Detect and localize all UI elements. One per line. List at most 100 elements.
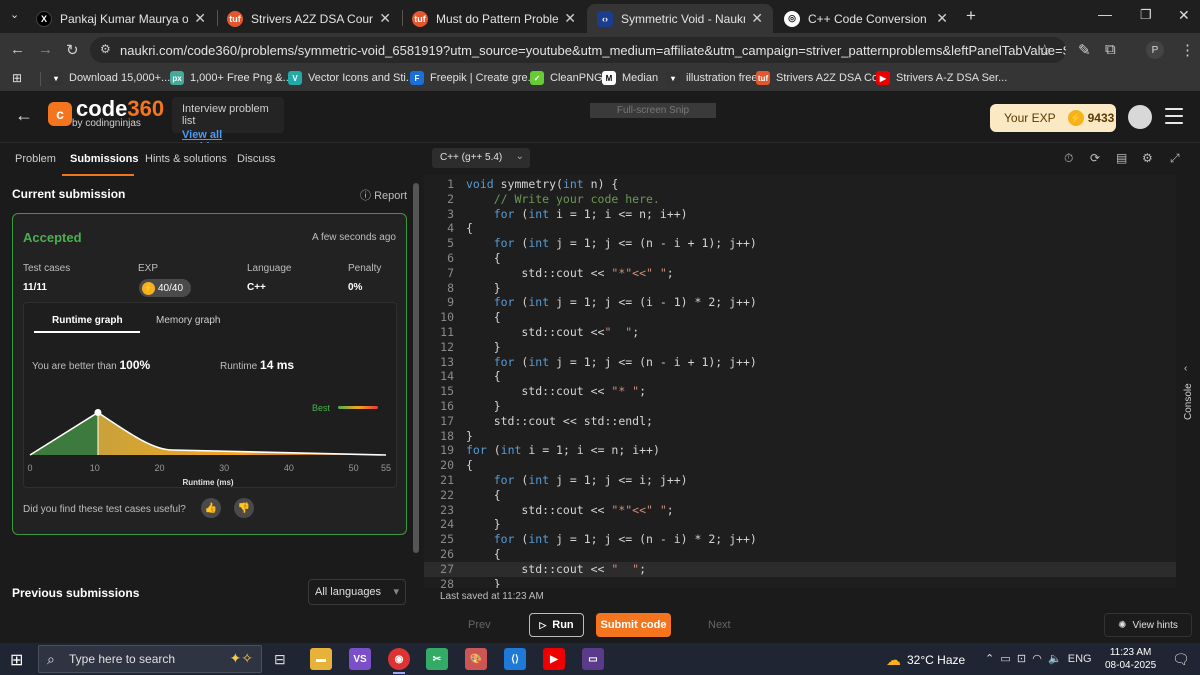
prev-button[interactable]: Prev: [468, 619, 491, 631]
code-line[interactable]: 11 std::cout <<" ";: [424, 325, 1176, 340]
thumbs-down-icon[interactable]: 👎: [234, 498, 254, 518]
close-tab-icon[interactable]: ✕: [564, 10, 576, 27]
view-hints-button[interactable]: ✺ View hints: [1104, 613, 1192, 637]
youtube-icon[interactable]: ▶: [543, 648, 565, 670]
language-indicator[interactable]: ENG: [1068, 653, 1092, 665]
code-line[interactable]: 22 {: [424, 488, 1176, 503]
file-explorer-icon[interactable]: ▬: [310, 648, 332, 670]
tab-search-icon[interactable]: ⌄: [10, 8, 19, 21]
windows-start-icon[interactable]: ⊞: [10, 650, 23, 670]
tab-hints-solutions[interactable]: Hints & solutions: [145, 153, 227, 165]
close-window-icon[interactable]: ✕: [1178, 7, 1190, 24]
visual-studio-icon[interactable]: VS: [349, 648, 371, 670]
weather-widget[interactable]: ☁ 32°C Haze: [886, 651, 965, 669]
maximize-icon[interactable]: ❐: [1140, 7, 1152, 23]
notifications-icon[interactable]: 🗨: [1172, 651, 1190, 668]
code-line[interactable]: 1 void symmetry(int n) {: [424, 177, 1176, 192]
new-tab-icon[interactable]: +: [966, 6, 976, 26]
code-line[interactable]: 25 for (int j = 1; j <= (n - i) * 2; j++…: [424, 532, 1176, 547]
tab-discuss[interactable]: Discuss: [237, 153, 276, 165]
timer-icon[interactable]: ⏱: [1064, 151, 1073, 166]
left-panel-scrollbar[interactable]: [413, 183, 419, 553]
back-arrow-icon[interactable]: ←: [15, 105, 33, 126]
paint-icon[interactable]: 🎨: [465, 648, 487, 670]
bookmark-star-icon[interactable]: ☆: [1038, 41, 1051, 59]
wifi-icon[interactable]: ◠: [1032, 653, 1042, 665]
hamburger-menu-icon[interactable]: [1165, 108, 1183, 129]
bookmark-item[interactable]: ▶ Strivers A-Z DSA Ser...: [876, 71, 1007, 85]
code-line[interactable]: 3 for (int i = 1; i <= n; i++): [424, 207, 1176, 222]
close-tab-icon[interactable]: ✕: [936, 10, 948, 27]
snipping-tool-icon[interactable]: ✂: [426, 648, 448, 670]
tab-submissions[interactable]: Submissions: [70, 153, 138, 165]
browser-tab-1[interactable]: X Pankaj Kumar Maurya on X: "Da ✕: [26, 4, 216, 33]
user-avatar[interactable]: [1128, 105, 1152, 129]
language-select[interactable]: C++ (g++ 5.4) ⌄: [432, 148, 530, 168]
code-line[interactable]: 23 std::cout << "*"<<" ";: [424, 503, 1176, 518]
code-line[interactable]: 20 {: [424, 458, 1176, 473]
browser-tab-3[interactable]: tuf Must do Pattern Problems befo ✕: [402, 4, 586, 33]
apps-icon[interactable]: ⊞: [12, 71, 22, 85]
run-button[interactable]: ▷ Run: [529, 613, 584, 637]
back-icon[interactable]: ←: [10, 41, 25, 58]
layout-icon[interactable]: ▤: [1116, 151, 1127, 165]
reload-icon[interactable]: ↻: [66, 41, 79, 59]
code-line[interactable]: 9 for (int j = 1; j <= (i - 1) * 2; j++): [424, 295, 1176, 310]
code-line[interactable]: 17 std::cout << std::endl;: [424, 414, 1176, 429]
task-view-icon[interactable]: ⊟: [274, 651, 286, 668]
chevron-up-icon[interactable]: ⌃: [985, 653, 994, 665]
monitor-icon[interactable]: ⊡: [1017, 653, 1026, 665]
close-tab-icon[interactable]: ✕: [194, 10, 206, 27]
code-line[interactable]: 2 // Write your code here.: [424, 192, 1176, 207]
browser-tab-5[interactable]: ◎ C++ Code Conversion ✕: [774, 4, 958, 33]
language-filter-select[interactable]: All languages ▾: [308, 579, 406, 605]
code-line[interactable]: 18}: [424, 429, 1176, 444]
next-button[interactable]: Next: [708, 619, 731, 631]
code-line[interactable]: 5 for (int j = 1; j <= (n - i + 1); j++): [424, 236, 1176, 251]
code-line[interactable]: 6 {: [424, 251, 1176, 266]
speaker-icon[interactable]: 🔈: [1048, 653, 1062, 665]
console-label[interactable]: Console: [1183, 383, 1194, 420]
code-line[interactable]: 28 }: [424, 577, 1176, 588]
chevron-left-icon[interactable]: ‹: [1184, 363, 1187, 374]
code-line[interactable]: 12 }: [424, 340, 1176, 355]
bookmark-item[interactable]: ▾ Download 15,000+...: [49, 71, 170, 85]
code-line[interactable]: 14 {: [424, 369, 1176, 384]
tab-problem[interactable]: Problem: [15, 153, 56, 165]
reset-code-icon[interactable]: ⟳: [1090, 151, 1100, 165]
code-line[interactable]: 7 std::cout << "*"<<" ";: [424, 266, 1176, 281]
tab-runtime-graph[interactable]: Runtime graph: [52, 315, 123, 326]
code-line[interactable]: 19 for (int i = 1; i <= n; i++): [424, 443, 1176, 458]
chrome-icon[interactable]: ◉: [388, 648, 410, 670]
taskbar-search-input[interactable]: ⌕ Type here to search ✦✧: [38, 645, 262, 673]
bookmark-item[interactable]: tuf Strivers A2Z DSA Co...: [756, 71, 887, 85]
fullscreen-icon[interactable]: ⤢: [1170, 151, 1180, 166]
bookmark-item[interactable]: F Freepik | Create gre...: [410, 71, 537, 85]
profile-avatar[interactable]: P: [1146, 41, 1164, 59]
address-bar[interactable]: ⚙ naukri.com/code360/problems/symmetric-…: [90, 37, 1066, 63]
terminal-icon[interactable]: ▭: [582, 648, 604, 670]
eyedropper-icon[interactable]: ✎: [1078, 41, 1091, 59]
code-line[interactable]: 21 for (int j = 1; j <= i; j++): [424, 473, 1176, 488]
forward-icon[interactable]: →: [38, 41, 53, 58]
report-button[interactable]: ⓘ Report: [360, 187, 407, 203]
code-line[interactable]: 26 {: [424, 547, 1176, 562]
bookmark-item[interactable]: ✓ CleanPNG: [530, 71, 603, 85]
submit-code-button[interactable]: Submit code: [596, 613, 671, 637]
vscode-icon[interactable]: ⟨⟩: [504, 648, 526, 670]
settings-gear-icon[interactable]: ⚙: [1142, 151, 1153, 165]
bookmark-item[interactable]: px 1,000+ Free Png &...: [170, 71, 292, 85]
battery-icon[interactable]: ▭: [1000, 653, 1010, 665]
code-line[interactable]: 10 {: [424, 310, 1176, 325]
code-editor[interactable]: 1 void symmetry(int n) {2 // Write your c…: [424, 175, 1176, 588]
code-line[interactable]: 24 }: [424, 517, 1176, 532]
code-line[interactable]: 13 for (int j = 1; j <= (n - i + 1); j++…: [424, 355, 1176, 370]
browser-tab-4[interactable]: ‹› Symmetric Void - Naukri Code ✕: [587, 4, 773, 33]
code-line[interactable]: 27 std::cout << " ";: [424, 561, 1176, 577]
close-tab-icon[interactable]: ✕: [751, 10, 763, 27]
code-line[interactable]: 15 std::cout << "* ";: [424, 384, 1176, 399]
fullscreen-snip-label[interactable]: Full-screen Snip: [590, 103, 716, 118]
browser-tab-2[interactable]: tuf Strivers A2Z DSA Course/Sheet ✕: [217, 4, 401, 33]
code360-logo[interactable]: c code360 by codingninjas: [48, 98, 164, 129]
bookmark-item[interactable]: ▾ illustration free: [666, 71, 758, 85]
